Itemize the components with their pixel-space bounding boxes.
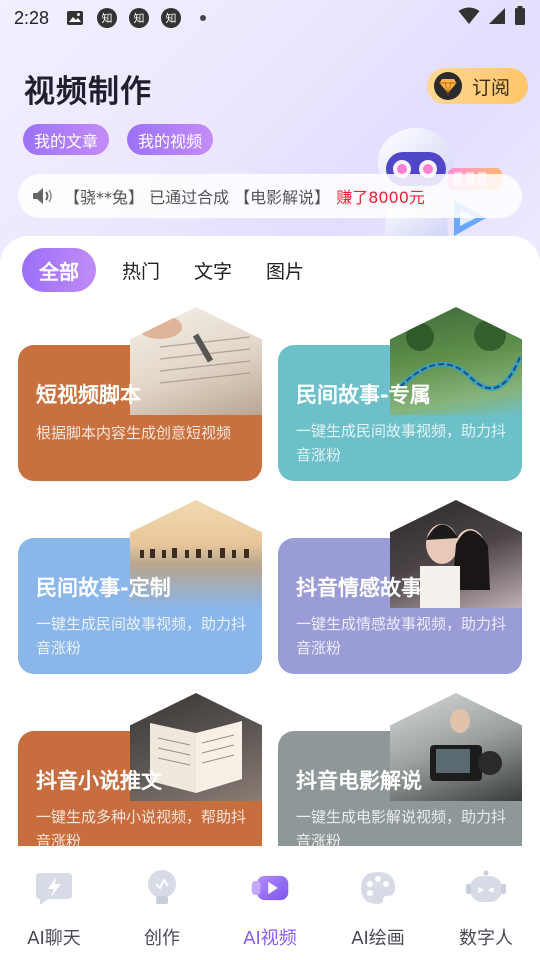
card-title: 民间故事-专属 bbox=[296, 383, 431, 407]
zhihu-notification-icon: 知 bbox=[97, 8, 118, 28]
speaker-icon bbox=[32, 187, 54, 205]
zhihu-notification-icon: 知 bbox=[161, 8, 182, 28]
nav-label: 创作 bbox=[144, 928, 180, 949]
zhihu-notification-icon: 知 bbox=[129, 8, 150, 28]
template-card[interactable]: 抖音小说推文 一键生成多种小说视频，帮助抖音涨粉 bbox=[18, 693, 262, 846]
card-title: 抖音电影解说 bbox=[296, 769, 422, 793]
card-description: 一键生成情感故事视频，助力抖音涨粉 bbox=[296, 615, 507, 657]
lightning-chat-icon bbox=[34, 868, 74, 908]
page-title: 视频制作 bbox=[24, 74, 152, 110]
nav-item-digital-human[interactable]: 数字人 bbox=[432, 846, 540, 960]
nav-item-ai-chat[interactable]: AI聊天 bbox=[0, 846, 108, 960]
battery-icon bbox=[514, 5, 526, 31]
wifi-icon bbox=[458, 7, 480, 30]
my-articles-button[interactable]: 我的文章 bbox=[23, 124, 110, 155]
vip-diamond-icon bbox=[434, 72, 462, 100]
palette-icon bbox=[358, 868, 398, 908]
template-card[interactable]: 短视频脚本 根据脚本内容生成创意短视频 bbox=[18, 307, 262, 481]
more-notifications-dot-icon bbox=[193, 8, 213, 28]
cell-signal-icon bbox=[488, 7, 506, 30]
card-description: 一键生成多种小说视频，帮助抖音涨粉 bbox=[36, 808, 247, 846]
nav-item-ai-video[interactable]: AI视频 bbox=[216, 846, 324, 960]
image-icon bbox=[65, 8, 85, 28]
my-videos-button[interactable]: 我的视频 bbox=[127, 124, 214, 155]
ticker-highlight: 赚了8000元 bbox=[336, 188, 425, 207]
robot-face-icon bbox=[466, 868, 506, 908]
subscribe-button[interactable]: 订阅 bbox=[427, 68, 528, 104]
card-description: 一键生成民间故事视频，助力抖音涨粉 bbox=[36, 615, 247, 657]
status-time: 2:28 bbox=[14, 7, 50, 28]
content-sheet: 全部 热门 文字 图片 短视频脚本 根据脚本内容生成创意短视频 民间故事-专属 … bbox=[0, 236, 540, 846]
template-card[interactable]: 抖音电影解说 一键生成电影解说视频，助力抖音涨粉 bbox=[278, 693, 522, 846]
card-title: 抖音情感故事 bbox=[296, 576, 422, 600]
handwriting-notes-photo bbox=[130, 307, 262, 415]
nav-item-create[interactable]: 创作 bbox=[108, 846, 216, 960]
nav-label: AI绘画 bbox=[351, 928, 405, 949]
nav-label: AI聊天 bbox=[27, 928, 81, 949]
tab-all[interactable]: 全部 bbox=[22, 248, 96, 292]
category-tabs: 全部 热门 文字 图片 bbox=[22, 248, 338, 292]
card-description: 根据脚本内容生成创意短视频 bbox=[36, 424, 232, 442]
tab-hot[interactable]: 热门 bbox=[122, 248, 160, 292]
status-bar: 2:28 知 知 知 bbox=[0, 0, 540, 36]
card-title: 民间故事-定制 bbox=[36, 576, 171, 600]
card-title: 抖音小说推文 bbox=[36, 769, 162, 793]
tab-text[interactable]: 文字 bbox=[194, 248, 232, 292]
earnings-ticker: 【骁**兔】 已通过合成 【电影解说】 赚了8000元 bbox=[18, 174, 522, 218]
card-title: 短视频脚本 bbox=[36, 383, 141, 407]
tab-image[interactable]: 图片 bbox=[266, 248, 304, 292]
card-description: 一键生成电影解说视频，助力抖音涨粉 bbox=[296, 808, 507, 846]
video-play-icon bbox=[250, 868, 290, 908]
template-card[interactable]: 民间故事-定制 一键生成民间故事视频，助力抖音涨粉 bbox=[18, 500, 262, 674]
lightbulb-icon bbox=[142, 868, 182, 908]
template-card[interactable]: 民间故事-专属 一键生成民间故事视频，助力抖音涨粉 bbox=[278, 307, 522, 481]
template-card[interactable]: 抖音情感故事 一键生成情感故事视频，助力抖音涨粉 bbox=[278, 500, 522, 674]
nav-label: 数字人 bbox=[459, 928, 513, 949]
bottom-navigation: AI聊天 创作 AI视频 AI绘画 数字人 bbox=[0, 846, 540, 960]
ticker-text: 【骁**兔】 已通过合成 【电影解说】 bbox=[64, 188, 331, 207]
nav-label: AI视频 bbox=[243, 928, 297, 949]
card-description: 一键生成民间故事视频，助力抖音涨粉 bbox=[296, 422, 507, 464]
subscribe-label: 订阅 bbox=[472, 76, 511, 99]
nav-item-ai-painting[interactable]: AI绘画 bbox=[324, 846, 432, 960]
